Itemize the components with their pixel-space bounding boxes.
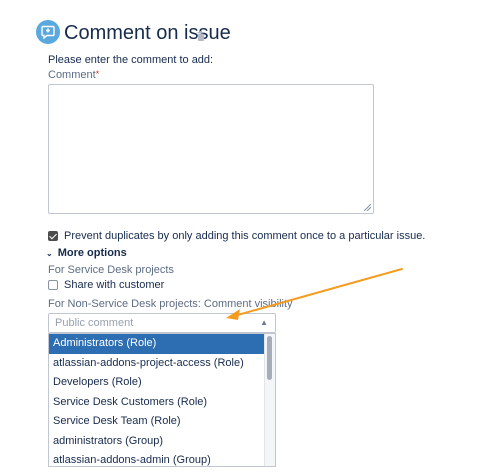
dropdown-option[interactable]: atlassian-addons-project-access (Role) [49,354,265,374]
comment-plus-icon [36,20,60,44]
prevent-duplicates-checkbox[interactable] [48,231,58,241]
scrollbar-thumb[interactable] [267,336,272,380]
dropdown-option[interactable]: Service Desk Team (Role) [49,412,265,432]
service-desk-label: For Service Desk projects [48,264,174,276]
more-options-toggle[interactable]: ⌄ More options [46,247,127,259]
more-options-label: More options [57,247,127,259]
page-title: Comment on issue [64,22,231,44]
form-intro: Please enter the comment to add: [48,54,214,66]
comment-label: Comment* [48,69,99,81]
share-with-customer-row: Share with customer [48,279,164,291]
prevent-duplicates-label: Prevent duplicates by only adding this c… [64,230,426,242]
prevent-duplicates-row: Prevent duplicates by only adding this c… [48,230,425,242]
chevron-down-icon: ⌄ [46,248,53,258]
dropdown-option[interactable]: Developers (Role) [49,373,265,393]
visibility-placeholder: Public comment [55,317,134,329]
share-with-customer-checkbox[interactable] [48,280,58,290]
dropdown-option[interactable]: Service Desk Customers (Role) [49,393,265,413]
annotation-arrow-icon [226,268,403,320]
resize-handle-icon[interactable] [364,204,371,211]
share-with-customer-label: Share with customer [64,279,165,291]
visibility-dropdown: Administrators (Role) atlassian-addons-p… [48,333,276,467]
dropdown-option[interactable]: Administrators (Role) [49,334,265,354]
dropdown-option[interactable]: atlassian-addons-admin (Group) [49,451,265,466]
dropdown-scrollbar[interactable] [264,334,275,466]
dropdown-option[interactable]: administrators (Group) [49,432,265,452]
comment-label-text: Comment [48,69,96,81]
comment-textarea[interactable] [48,84,374,214]
trash-icon[interactable] [197,28,205,46]
required-mark: * [95,69,100,79]
